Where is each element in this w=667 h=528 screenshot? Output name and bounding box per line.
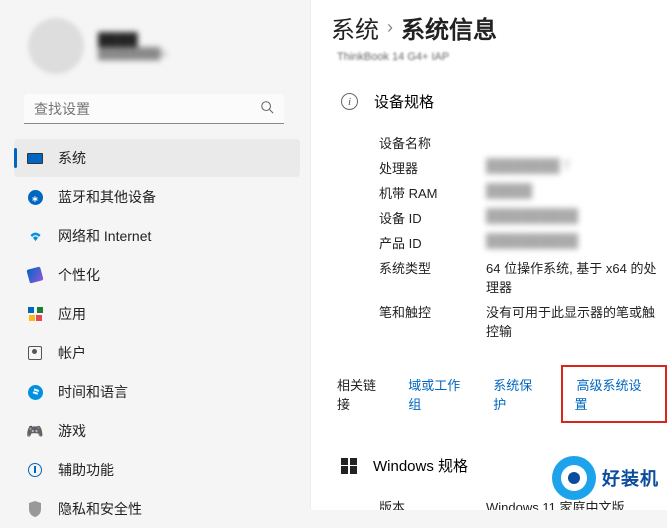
spec-row-ram: 机带 RAM █████ — [379, 180, 667, 205]
bluetooth-icon: ⁎ — [26, 188, 44, 206]
links-label: 相关链接 — [337, 375, 384, 413]
watermark: 好装机 — [552, 456, 659, 500]
nav-label: 隐私和安全性 — [58, 499, 142, 519]
nav-gaming[interactable]: 🎮 游戏 — [14, 412, 300, 450]
nav-bluetooth[interactable]: ⁎ 蓝牙和其他设备 — [14, 178, 300, 216]
windows-icon — [341, 458, 357, 474]
gamepad-icon: 🎮 — [26, 422, 44, 440]
spec-value: ████████ T — [486, 158, 667, 177]
spec-label: 产品 ID — [379, 233, 486, 252]
nav-label: 系统 — [58, 148, 86, 168]
info-icon: i — [341, 93, 358, 110]
nav-privacy[interactable]: 隐私和安全性 — [14, 490, 300, 528]
nav-network[interactable]: 网络和 Internet — [14, 217, 300, 255]
nav-label: 蓝牙和其他设备 — [58, 187, 156, 207]
spec-row-product-id: 产品 ID ██████████ — [379, 230, 667, 255]
device-model: ThinkBook 14 G4+ IAP — [331, 51, 667, 63]
breadcrumb: 系统 › 系统信息 — [331, 10, 667, 51]
spec-row-system-type: 系统类型 64 位操作系统, 基于 x64 的处理器 — [379, 255, 667, 299]
nav-label: 个性化 — [58, 265, 100, 285]
nav-label: 网络和 Internet — [58, 226, 151, 246]
nav-accounts[interactable]: 帐户 — [14, 334, 300, 372]
spec-row-cpu: 处理器 ████████ T — [379, 155, 667, 180]
watermark-logo-icon — [552, 456, 596, 500]
system-icon — [26, 149, 44, 167]
spec-label: 机带 RAM — [379, 183, 486, 202]
accessibility-icon — [26, 461, 44, 479]
user-name: ████ — [98, 32, 166, 48]
link-domain[interactable]: 域或工作组 — [406, 371, 469, 417]
nav-label: 辅助功能 — [58, 460, 114, 480]
highlight-box: 高级系统设置 — [561, 365, 667, 423]
watermark-text: 好装机 — [602, 465, 659, 491]
section-title: Windows 规格 — [373, 455, 468, 476]
main-content: 系统 › 系统信息 ThinkBook 14 G4+ IAP i 设备规格 设备… — [310, 0, 667, 510]
spec-value: 没有可用于此显示器的笔或触控输 — [486, 302, 667, 340]
spec-label: 设备名称 — [379, 133, 486, 152]
section-title: 设备规格 — [374, 91, 434, 112]
spec-row-device-id: 设备 ID ██████████ — [379, 205, 667, 230]
nav: 系统 ⁎ 蓝牙和其他设备 网络和 Internet 个性化 应用 帐户 时间和语… — [0, 139, 310, 528]
nav-label: 应用 — [58, 304, 86, 324]
related-links: 相关链接 域或工作组 系统保护 高级系统设置 — [331, 343, 667, 437]
spec-row-pen-touch: 笔和触控 没有可用于此显示器的笔或触控输 — [379, 299, 667, 343]
spec-label: 版本 — [379, 497, 486, 510]
search-input[interactable] — [34, 101, 260, 117]
clock-icon — [26, 383, 44, 401]
spec-label: 笔和触控 — [379, 302, 486, 340]
spec-value — [486, 133, 667, 152]
spec-value: ██████████ — [486, 233, 667, 252]
nav-time[interactable]: 时间和语言 — [14, 373, 300, 411]
link-protection[interactable]: 系统保护 — [491, 371, 542, 417]
nav-personalize[interactable]: 个性化 — [14, 256, 300, 294]
link-advanced[interactable]: 高级系统设置 — [575, 374, 642, 416]
device-specs-table: 设备名称 处理器 ████████ T 机带 RAM █████ 设备 ID █… — [331, 130, 667, 343]
spec-label: 系统类型 — [379, 258, 486, 296]
spec-value: 64 位操作系统, 基于 x64 的处理器 — [486, 258, 667, 296]
device-specs-header[interactable]: i 设备规格 — [331, 83, 667, 130]
user-info: ████ ████████n — [98, 32, 166, 60]
avatar — [28, 18, 84, 74]
account-icon — [26, 344, 44, 362]
nav-accessibility[interactable]: 辅助功能 — [14, 451, 300, 489]
spec-row-device-name: 设备名称 — [379, 130, 667, 155]
breadcrumb-parent[interactable]: 系统 — [331, 10, 379, 45]
search-box[interactable] — [24, 94, 284, 124]
user-section[interactable]: ████ ████████n — [0, 8, 310, 94]
wifi-icon — [26, 227, 44, 245]
breadcrumb-current: 系统信息 — [401, 10, 497, 45]
nav-system[interactable]: 系统 — [14, 139, 300, 177]
sidebar: ████ ████████n 系统 ⁎ 蓝牙和其他设备 网络和 Internet — [0, 0, 310, 510]
nav-label: 时间和语言 — [58, 382, 128, 402]
apps-icon — [26, 305, 44, 323]
user-sub: ████████n — [98, 48, 166, 60]
brush-icon — [26, 266, 44, 284]
search-wrap — [0, 94, 310, 138]
nav-label: 游戏 — [58, 421, 86, 441]
search-icon — [260, 100, 274, 117]
nav-label: 帐户 — [58, 343, 86, 363]
chevron-right-icon: › — [387, 17, 393, 38]
spec-value: █████ — [486, 183, 667, 202]
nav-apps[interactable]: 应用 — [14, 295, 300, 333]
shield-icon — [26, 500, 44, 518]
spec-value: ██████████ — [486, 208, 667, 227]
spec-label: 设备 ID — [379, 208, 486, 227]
spec-label: 处理器 — [379, 158, 486, 177]
